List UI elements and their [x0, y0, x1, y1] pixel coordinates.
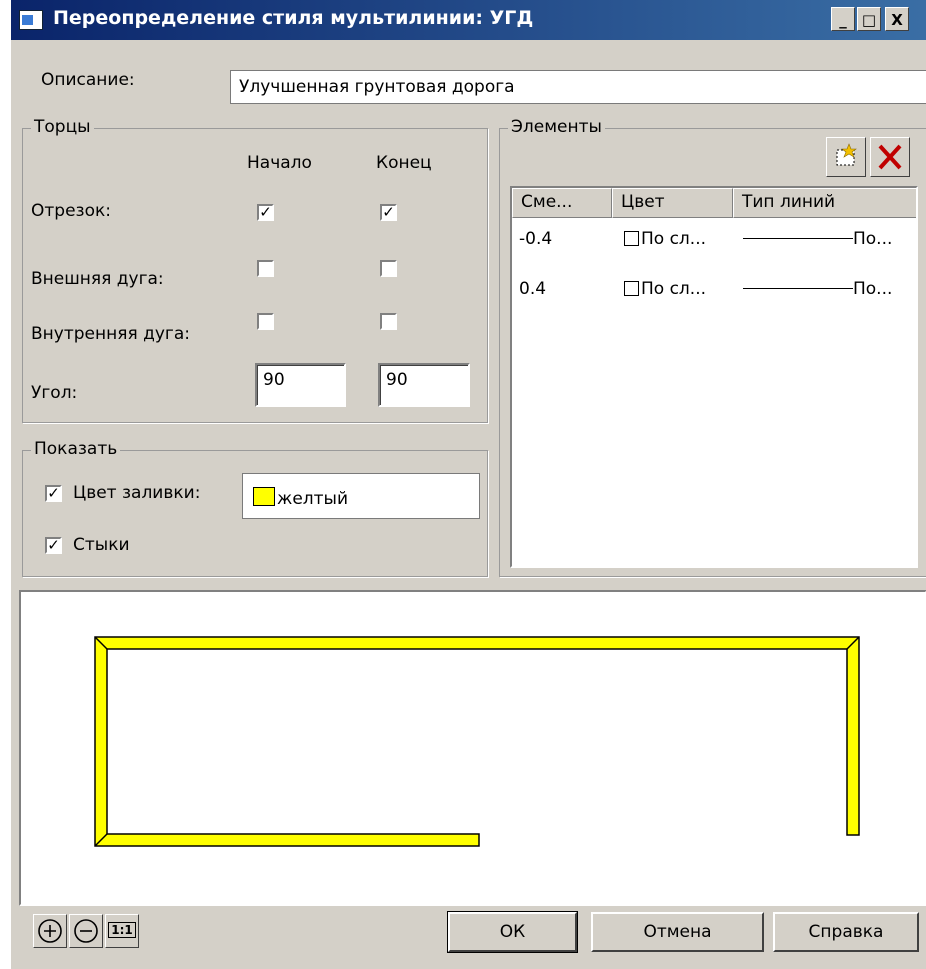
element-color: По сл... [624, 279, 706, 299]
color-swatch-icon [624, 231, 639, 246]
multiline-preview-drawing [94, 636, 860, 847]
caps-group: Торцы Начало Конец Отрезок: ✓ ✓ Внешняя … [22, 117, 488, 423]
caps-group-title: Торцы [31, 117, 94, 137]
new-element-icon [836, 143, 857, 166]
add-element-button[interactable] [826, 137, 866, 177]
fill-color-select[interactable]: желтый [242, 473, 480, 519]
element-linetype: По... [743, 279, 892, 299]
elements-group-title: Элементы [508, 117, 605, 137]
description-label: Описание: [41, 70, 135, 90]
element-color-label: По сл... [641, 229, 707, 249]
element-linetype-label: По... [853, 229, 893, 249]
linetype-sample [743, 288, 853, 289]
linetype-sample [743, 238, 853, 239]
fill-color-label: Цвет заливки: [73, 483, 201, 503]
line-cap-start-checkbox[interactable]: ✓ [257, 204, 274, 221]
delete-x-icon [878, 144, 902, 170]
col-header-linetype[interactable]: Тип линий [733, 188, 916, 218]
element-color-label: По сл... [641, 279, 707, 299]
fill-color-name: желтый [277, 489, 349, 509]
angle-end-value: 90 [386, 370, 408, 390]
dialog-window: Переопределение стиля мультилинии: УГД _… [10, 0, 926, 969]
description-value: Улучшенная грунтовая дорога [239, 77, 515, 97]
ok-button[interactable]: ОК [447, 911, 578, 953]
help-button[interactable]: Справка [773, 912, 919, 952]
zoom-in-icon [38, 919, 62, 943]
element-color: По сл... [624, 229, 706, 249]
title-bar[interactable]: Переопределение стиля мультилинии: УГД _… [11, 0, 926, 40]
zoom-reset-label: 1:1 [108, 922, 136, 938]
cancel-button[interactable]: Отмена [591, 912, 764, 952]
app-icon [19, 10, 43, 30]
angle-end-field[interactable]: 90 [378, 363, 470, 407]
joints-checkbox[interactable]: ✓ [45, 537, 62, 554]
window-title: Переопределение стиля мультилинии: УГД [53, 7, 534, 29]
joints-label: Стыки [73, 535, 130, 555]
fill-color-value: желтый [253, 487, 348, 509]
element-linetype: По... [743, 229, 892, 249]
elements-list[interactable]: Сме... Цвет Тип линий -0.4 По сл... По..… [510, 186, 918, 568]
yellow-swatch-icon [253, 487, 275, 506]
color-swatch-icon [624, 281, 639, 296]
col-header-color[interactable]: Цвет [612, 188, 733, 218]
delete-element-button[interactable] [870, 137, 910, 177]
zoom-reset-button[interactable]: 1:1 [105, 914, 139, 948]
zoom-out-icon [74, 919, 98, 943]
elements-group: Элементы Сме... Цвет Тип линий -0.4 По с… [499, 117, 926, 577]
element-offset: 0.4 [519, 279, 547, 299]
fill-color-checkbox[interactable]: ✓ [45, 485, 62, 502]
inner-arc-end-checkbox[interactable] [380, 313, 397, 330]
line-cap-end-checkbox[interactable]: ✓ [380, 204, 397, 221]
inner-arc-label: Внутренняя дуга: [31, 324, 190, 344]
outer-arc-label: Внешняя дуга: [31, 269, 164, 289]
angle-label: Угол: [31, 383, 78, 403]
preview-area [19, 590, 926, 906]
element-offset: -0.4 [519, 229, 553, 249]
zoom-out-button[interactable] [69, 914, 103, 948]
inner-arc-start-checkbox[interactable] [257, 313, 274, 330]
close-button[interactable]: X [885, 7, 909, 31]
show-group-title: Показать [31, 439, 121, 459]
show-group: Показать ✓ Цвет заливки: желтый ✓ Стыки [22, 439, 488, 577]
angle-start-field[interactable]: 90 [255, 363, 346, 407]
minimize-button[interactable]: _ [831, 7, 855, 31]
outer-arc-end-checkbox[interactable] [380, 260, 397, 277]
description-field[interactable]: Улучшенная грунтовая дорога [230, 70, 926, 104]
outer-arc-start-checkbox[interactable] [257, 260, 274, 277]
line-cap-label: Отрезок: [31, 201, 111, 221]
element-linetype-label: По... [853, 279, 893, 299]
caps-col-end: Конец [376, 153, 432, 173]
maximize-button[interactable]: □ [857, 7, 881, 31]
col-header-offset[interactable]: Сме... [512, 188, 612, 218]
zoom-in-button[interactable] [33, 914, 67, 948]
caps-col-start: Начало [247, 153, 312, 173]
angle-start-value: 90 [263, 370, 285, 390]
